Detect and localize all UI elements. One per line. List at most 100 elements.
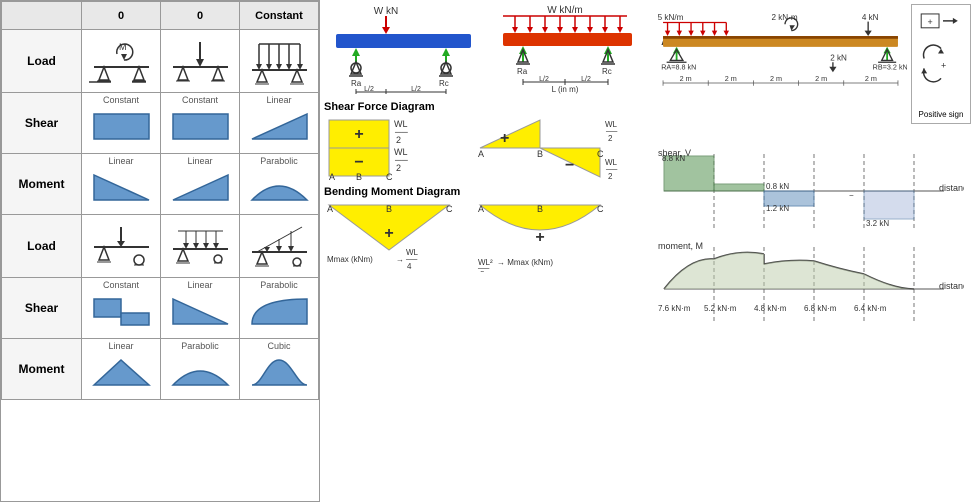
point-load-beam-diagram: W kN Ra bbox=[324, 4, 482, 97]
svg-text:−: − bbox=[354, 154, 363, 171]
cell-moment-parabolic-b: Parabolic bbox=[161, 339, 240, 400]
svg-text:6.4 kN·m: 6.4 kN·m bbox=[854, 304, 887, 313]
svg-text:A: A bbox=[478, 204, 484, 214]
svg-text:C: C bbox=[446, 204, 453, 214]
svg-text:Ra: Ra bbox=[351, 79, 362, 88]
svg-text:L/2: L/2 bbox=[539, 76, 549, 83]
svg-text:2: 2 bbox=[396, 135, 401, 145]
cell-load-constant bbox=[161, 215, 240, 278]
svg-text:−: − bbox=[565, 157, 574, 174]
positive-sign-label: Positive sign bbox=[919, 110, 964, 119]
svg-text:W kN/m: W kN/m bbox=[547, 5, 583, 16]
middle-panel: W kN Ra bbox=[320, 0, 650, 502]
sfd-title: Shear Force Diagram bbox=[324, 101, 646, 113]
col-header-3: Constant bbox=[240, 2, 319, 30]
svg-text:L (in m): L (in m) bbox=[551, 85, 578, 94]
bmd-section: Bending Moment Diagram + A B C Mmax (kNm… bbox=[324, 186, 646, 272]
right-panel: 4 kN 5 kN/m 2 kN·m A B bbox=[650, 0, 975, 502]
svg-text:−: − bbox=[849, 191, 854, 200]
cell-shear-constant1: Constant bbox=[82, 93, 161, 154]
cell-moment-linear2: Linear bbox=[161, 154, 240, 215]
cell-moment-load: M bbox=[82, 30, 161, 93]
svg-text:L/2: L/2 bbox=[581, 76, 591, 83]
svg-text:4: 4 bbox=[407, 262, 412, 271]
right-beam-area: 4 kN 5 kN/m 2 kN·m A B bbox=[654, 4, 971, 144]
svg-text:2: 2 bbox=[396, 163, 401, 173]
svg-text:+: + bbox=[535, 229, 544, 246]
svg-text:6.8 kN·m: 6.8 kN·m bbox=[804, 304, 837, 313]
beam-table: 0 0 Constant Load bbox=[0, 0, 320, 502]
svg-text:4.8 kN·m: 4.8 kN·m bbox=[754, 304, 787, 313]
svg-text:0.8 kN: 0.8 kN bbox=[766, 182, 789, 191]
moment-diagram-right: moment, M distance, x 7.6 kN·m bbox=[654, 239, 971, 331]
row-header-load1: Load bbox=[2, 30, 82, 93]
cell-moment-parabolic1: Parabolic bbox=[240, 154, 319, 215]
col-header-1: 0 bbox=[82, 2, 161, 30]
cell-moment-linear1: Linear bbox=[82, 154, 161, 215]
svg-text:RA=8.8 kN: RA=8.8 kN bbox=[661, 62, 696, 71]
cell-moment-linear-b: Linear bbox=[82, 339, 161, 400]
svg-text:+: + bbox=[354, 126, 363, 143]
cell-load-zero bbox=[82, 215, 161, 278]
svg-text:5.2 kN·m: 5.2 kN·m bbox=[704, 304, 737, 313]
svg-text:A: A bbox=[327, 204, 333, 214]
cell-point-load bbox=[161, 30, 240, 93]
cell-moment-cubic: Cubic bbox=[240, 339, 319, 400]
shear-diagram-right: shear, V distance, x 8.8 kN 0.8 kN 1.2 k… bbox=[654, 146, 971, 238]
svg-text:Rc: Rc bbox=[439, 79, 449, 88]
svg-text:→ Mmax (kNm): → Mmax (kNm) bbox=[497, 258, 553, 267]
svg-text:C: C bbox=[386, 172, 393, 182]
row-header-shear1: Shear bbox=[2, 93, 82, 154]
svg-text:2 m: 2 m bbox=[815, 74, 827, 83]
svg-text:2: 2 bbox=[608, 134, 613, 143]
svg-text:moment, M: moment, M bbox=[658, 241, 703, 251]
cell-shear-constant2: Constant bbox=[161, 93, 240, 154]
svg-text:+: + bbox=[928, 17, 933, 27]
svg-text:Rc: Rc bbox=[602, 67, 612, 76]
svg-text:2 kN: 2 kN bbox=[830, 53, 847, 62]
svg-text:4 kN: 4 kN bbox=[862, 13, 879, 22]
svg-text:2: 2 bbox=[608, 172, 613, 181]
svg-text:L/2: L/2 bbox=[411, 86, 421, 93]
svg-text:2 m: 2 m bbox=[725, 74, 737, 83]
svg-text:A: A bbox=[478, 149, 484, 159]
svg-text:A: A bbox=[329, 172, 335, 182]
cell-shear-linear-b: Linear bbox=[161, 278, 240, 339]
svg-text:7.6 kN·m: 7.6 kN·m bbox=[658, 304, 691, 313]
svg-text:3.2 kN: 3.2 kN bbox=[866, 219, 889, 228]
row-header-moment2: Moment bbox=[2, 339, 82, 400]
svg-text:C: C bbox=[597, 149, 604, 159]
svg-text:W kN: W kN bbox=[373, 6, 397, 17]
svg-text:B: B bbox=[537, 149, 543, 159]
svg-text:2 kN·m: 2 kN·m bbox=[771, 13, 797, 22]
svg-text:2 m: 2 m bbox=[865, 74, 877, 83]
svg-text:Ra: Ra bbox=[517, 67, 528, 76]
svg-text:1.2 kN: 1.2 kN bbox=[766, 204, 789, 213]
col-header-2: 0 bbox=[161, 2, 240, 30]
cell-udl-load bbox=[240, 30, 319, 93]
svg-text:B: B bbox=[537, 204, 543, 214]
udl-beam-diagram: W kN/m bbox=[488, 4, 646, 97]
right-beam-svg: 4 kN 5 kN/m 2 kN·m A B bbox=[654, 4, 907, 144]
svg-text:2 m: 2 m bbox=[680, 74, 692, 83]
cell-shear-parabolic: Parabolic bbox=[240, 278, 319, 339]
svg-text:+: + bbox=[941, 60, 946, 70]
row-header-moment1: Moment bbox=[2, 154, 82, 215]
svg-text:L (in m): L (in m) bbox=[387, 93, 414, 94]
cell-shear-linear: Linear bbox=[240, 93, 319, 154]
svg-text:+: + bbox=[384, 225, 393, 242]
svg-text:5 kN/m: 5 kN/m bbox=[658, 13, 684, 22]
positive-sign-box: + + Positive sign bbox=[911, 4, 971, 124]
svg-text:8.8 kN: 8.8 kN bbox=[662, 154, 685, 163]
svg-text:→: → bbox=[396, 255, 404, 264]
svg-text:8: 8 bbox=[480, 270, 485, 272]
svg-text:C: C bbox=[597, 204, 604, 214]
cell-load-linear bbox=[240, 215, 319, 278]
svg-text:M: M bbox=[119, 42, 127, 52]
svg-text:RB=3.2 kN: RB=3.2 kN bbox=[873, 62, 907, 71]
row-header-shear2: Shear bbox=[2, 278, 82, 339]
bmd-title: Bending Moment Diagram bbox=[324, 186, 646, 198]
svg-text:Mmax (kNm): Mmax (kNm) bbox=[327, 255, 373, 264]
row-header-load2: Load bbox=[2, 215, 82, 278]
svg-text:+: + bbox=[500, 130, 509, 147]
